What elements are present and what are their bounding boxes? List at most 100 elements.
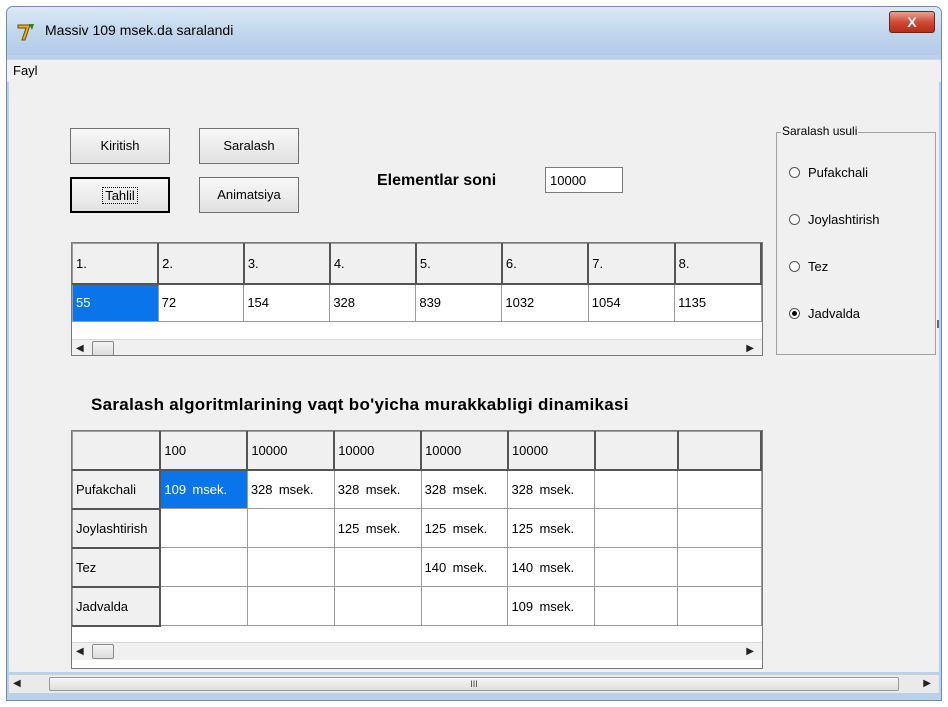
analysis-column-header: 10000 [333,431,423,471]
time-value: 328 [511,481,534,497]
radio-label: Jadvalda [808,306,861,321]
time-value: 125 [511,520,534,536]
kiritish-label: Kiritish [100,138,140,153]
analysis-time-cell[interactable]: 328 msek. [333,469,422,509]
analysis-time-cell[interactable] [594,469,679,509]
tahlil-label: Tahlil [102,187,138,204]
analysis-time-cell[interactable] [246,547,335,587]
time-unit: msek. [278,481,314,497]
menu-fayl[interactable]: Fayl [13,63,38,78]
scroll-right-icon[interactable]: ▶ [746,646,754,657]
analysis-time-cell[interactable]: 109 msek. [507,586,596,626]
analysis-time-cell[interactable] [159,508,248,548]
array-value-cell[interactable]: 839 [415,283,503,322]
radio-tez[interactable]: Tez [789,259,828,274]
radio-label: Tez [808,259,829,274]
analysis-time-cell[interactable]: 140 msek. [420,547,509,587]
kiritish-button[interactable]: Kiritish [70,128,170,164]
saralash-button[interactable]: Saralash [199,128,299,164]
radio-joylashtirish[interactable]: Joylashtirish [789,212,880,227]
array-header-cell: 8. [674,243,762,285]
window-hscroll[interactable]: ◀ III ▶ [9,674,939,693]
radio-pufakchali[interactable]: Pufakchali [789,165,868,180]
array-value-cell[interactable]: 328 [329,283,417,322]
array-header-cell: 5. [415,243,503,285]
analysis-header-row: 100 10000 10000 10000 10000 [72,431,762,471]
animatsiya-button[interactable]: Animatsiya [199,177,299,213]
analysis-time-cell[interactable] [677,547,762,587]
array-value-cell[interactable]: 55 [72,283,159,322]
analysis-time-cell[interactable] [420,586,509,626]
analysis-time-cell[interactable]: 328 msek. [507,469,596,509]
analysis-column-header: 10000 [246,431,336,471]
window-scroll-thumb[interactable]: III [49,677,899,691]
time-unit: msek. [452,481,488,497]
analysis-time-cell[interactable] [677,469,762,509]
scroll-right-icon[interactable]: ▶ [746,343,754,354]
close-button[interactable]: X [889,11,935,33]
array-header-cell: 6. [501,243,590,285]
analysis-time-cell[interactable] [333,586,422,626]
analysis-grid[interactable]: 100 10000 10000 10000 10000 Pufakchali 109 msek… [71,430,763,669]
array-table: 1. 2. 3. 4. 5. 6. 7. 8. 55 72 154 328 839 1032 1054 11… [72,243,762,322]
analysis-time-cell[interactable] [159,547,248,587]
analysis-time-cell[interactable]: 140 msek. [507,547,596,587]
scroll-left-icon[interactable]: ◀ [76,343,84,354]
tahlil-button[interactable]: Tahlil [70,177,170,213]
analysis-column-header [594,431,679,471]
analysis-time-cell[interactable]: 328 msek. [420,469,509,509]
analysis-time-cell[interactable] [594,508,679,548]
app-window: Massiv 109 msek.da saralandi X Fayl Kiri… [6,6,942,701]
analysis-time-cell[interactable]: 109 msek. [159,469,248,509]
analysis-time-cell[interactable] [677,586,762,626]
window-title: Massiv 109 msek.da saralandi [45,22,234,38]
scroll-left-icon[interactable]: ◀ [76,646,84,657]
array-value-cell[interactable]: 1135 [674,283,762,322]
scroll-thumb[interactable] [92,644,114,659]
time-unit: msek. [365,481,401,497]
time-unit: msek. [539,481,575,497]
radio-indicator-selected [789,308,800,319]
analysis-time-cell[interactable]: 125 msek. [333,508,422,548]
array-header-cell: 4. [329,243,417,285]
edge-mark [937,320,939,328]
time-value: 140 [511,559,534,575]
analysis-time-cell[interactable] [677,508,762,548]
time-unit: msek. [539,520,575,536]
array-value-cell[interactable]: 1032 [501,283,589,322]
analysis-column-header [677,431,762,471]
array-value-cell[interactable]: 1054 [587,283,676,322]
radio-jadvalda[interactable]: Jadvalda [789,306,860,321]
element-count-input[interactable] [545,167,623,193]
analysis-time-cell[interactable] [333,547,422,587]
scroll-left-icon[interactable]: ◀ [13,678,21,689]
time-value: 328 [250,481,273,497]
array-grid[interactable]: 1. 2. 3. 4. 5. 6. 7. 8. 55 72 154 328 839 1032 1054 11… [71,242,763,356]
time-unit: msek. [365,520,401,536]
analysis-time-cell[interactable] [246,508,335,548]
scroll-right-icon[interactable]: ▶ [923,678,931,689]
analysis-time-cell[interactable]: 125 msek. [507,508,596,548]
array-header-cell: 2. [157,243,245,285]
scroll-thumb[interactable] [92,341,114,355]
analysis-row-label: Joylashtirish [72,508,162,549]
analysis-time-cell[interactable] [159,586,248,626]
analysis-row: Jadvalda 109 msek. [72,586,762,627]
time-unit: msek. [452,520,488,536]
array-hscroll[interactable]: ◀ ▶ [72,339,762,355]
analysis-time-cell[interactable] [246,586,335,626]
radio-label: Pufakchali [808,165,868,180]
array-value-cell[interactable]: 72 [157,283,245,322]
analysis-time-cell[interactable] [594,547,679,587]
array-header-cell: 1. [72,243,160,285]
analysis-time-cell[interactable]: 328 msek. [246,469,335,509]
time-unit: msek. [452,559,488,575]
radio-indicator [789,214,800,225]
array-value-cell[interactable]: 154 [243,283,331,322]
analysis-hscroll[interactable]: ◀ ▶ [72,642,762,660]
array-header-row: 1. 2. 3. 4. 5. 6. 7. 8. [72,243,762,285]
analysis-time-cell[interactable]: 125 msek. [420,508,509,548]
element-count-label: Elementlar soni [377,172,497,189]
analysis-time-cell[interactable] [594,586,679,626]
time-value: 125 [424,520,447,536]
